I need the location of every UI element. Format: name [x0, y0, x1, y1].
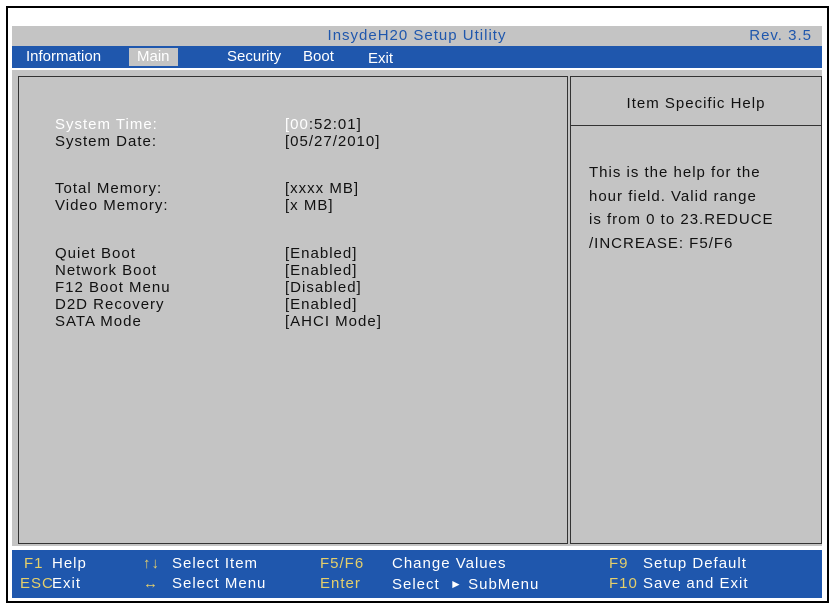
- f1-key: F1: [24, 555, 44, 572]
- setup-default-action: Setup Default: [643, 555, 747, 572]
- system-date-value[interactable]: [05/27/2010]: [285, 133, 380, 150]
- select-label: Select: [392, 576, 440, 593]
- d2d-recovery-label: D2D Recovery: [55, 296, 165, 313]
- video-memory-value: [x MB]: [285, 197, 334, 214]
- enter-key: Enter: [320, 575, 361, 592]
- system-time-rest: :52:01]: [308, 116, 362, 133]
- d2d-recovery-value[interactable]: [Enabled]: [285, 296, 357, 313]
- quiet-boot-label: Quiet Boot: [55, 245, 136, 262]
- tab-boot[interactable]: Boot: [303, 48, 334, 66]
- f9-key: F9: [609, 555, 629, 572]
- tab-information[interactable]: Information: [26, 48, 101, 66]
- help-divider: [571, 125, 821, 126]
- menu-bar: Information Main Security Boot Exit: [12, 46, 822, 68]
- system-date-label: System Date:: [55, 133, 158, 150]
- app-title: InsydeH20 Setup Utility: [327, 27, 507, 44]
- exit-action: Exit: [52, 575, 82, 592]
- key-legend-bar: F1 Help ESC Exit ↑↓ Select Item ↔ Select…: [12, 550, 822, 598]
- help-title: Item Specific Help: [626, 95, 766, 112]
- submenu-label: SubMenu: [468, 576, 540, 593]
- esc-key: ESC: [20, 575, 54, 592]
- system-time-label: System Time:: [55, 116, 158, 133]
- select-menu-action: Select Menu: [172, 575, 267, 592]
- tab-main[interactable]: Main: [129, 48, 178, 66]
- help-box: Item Specific Help This is the help for …: [570, 76, 822, 544]
- help-text: This is the help for the hour field. Val…: [589, 161, 814, 255]
- total-memory-label: Total Memory:: [55, 180, 163, 197]
- help-action: Help: [52, 555, 87, 572]
- left-right-arrow-icon: ↔: [143, 575, 159, 592]
- f12-boot-menu-value[interactable]: [Disabled]: [285, 279, 362, 296]
- network-boot-label: Network Boot: [55, 262, 158, 279]
- f5-f6-key: F5/F6: [320, 555, 365, 572]
- system-time-value[interactable]: [00:52:01]: [285, 116, 362, 133]
- help-line: hour field. Valid range: [589, 187, 757, 205]
- sata-mode-value[interactable]: [AHCI Mode]: [285, 313, 382, 330]
- save-and-exit-action: Save and Exit: [643, 575, 749, 592]
- video-memory-label: Video Memory:: [55, 197, 169, 214]
- help-line: /INCREASE: F5/F6: [589, 234, 734, 252]
- help-line: This is the help for the: [589, 164, 761, 181]
- tab-exit[interactable]: Exit: [368, 50, 393, 68]
- revision-label: Rev. 3.5: [749, 27, 812, 44]
- help-line: is from 0 to 23.REDUCE: [589, 211, 774, 228]
- f12-boot-menu-label: F12 Boot Menu: [55, 279, 171, 296]
- up-down-arrows-icon: ↑↓: [143, 555, 160, 572]
- tab-security[interactable]: Security: [227, 48, 281, 66]
- select-submenu-action: Select ► SubMenu: [392, 575, 539, 593]
- total-memory-value: [xxxx MB]: [285, 180, 360, 197]
- quiet-boot-value[interactable]: [Enabled]: [285, 245, 357, 262]
- sata-mode-label: SATA Mode: [55, 313, 142, 330]
- submenu-arrow-icon: ►: [450, 577, 463, 591]
- change-values-action: Change Values: [392, 555, 507, 572]
- system-time-hours-field[interactable]: 00: [290, 116, 309, 133]
- network-boot-value[interactable]: [Enabled]: [285, 262, 357, 279]
- f10-key: F10: [609, 575, 638, 592]
- select-item-action: Select Item: [172, 555, 259, 572]
- title-bar: InsydeH20 Setup Utility Rev. 3.5: [12, 26, 822, 46]
